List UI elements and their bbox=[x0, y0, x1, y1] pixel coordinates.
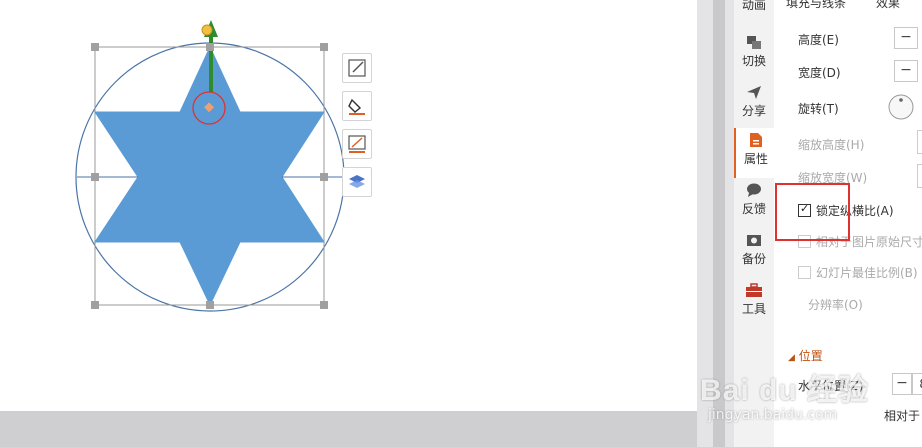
collapse-arrow-icon: ◢ bbox=[788, 353, 795, 363]
rotate-label: 旋转(T) bbox=[798, 102, 839, 116]
task-pane-tabs: 动画 切换 分享 属性 反馈 备份 工具 bbox=[734, 0, 776, 447]
tab-fill-line[interactable]: 填充与线条 bbox=[786, 0, 846, 11]
width-label: 宽度(D) bbox=[798, 66, 841, 80]
backup-icon bbox=[747, 235, 761, 246]
outline-pen-icon bbox=[348, 135, 366, 153]
horizontal-position-label: 水平位置(Z) bbox=[798, 379, 864, 393]
scrollbar-thumb[interactable] bbox=[713, 0, 725, 447]
tab-label: 工具 bbox=[741, 302, 766, 316]
checkbox-unchecked[interactable] bbox=[798, 266, 811, 279]
resolution-label: 分辨率(O) bbox=[808, 298, 863, 312]
tab-label: 反馈 bbox=[741, 202, 766, 216]
height-label: 高度(E) bbox=[798, 33, 839, 47]
horizontal-decrement-button[interactable]: − bbox=[892, 373, 912, 395]
height-decrement-button[interactable]: − bbox=[894, 27, 918, 49]
position-section-title: 位置 bbox=[798, 349, 823, 363]
scale-width-input[interactable] bbox=[917, 164, 922, 188]
highlight-box bbox=[775, 183, 850, 241]
feedback-icon bbox=[747, 183, 761, 197]
edit-shape-icon bbox=[348, 59, 366, 77]
share-icon bbox=[747, 86, 761, 99]
position-section-header[interactable]: ◢ 位置 bbox=[788, 347, 823, 364]
best-ratio-checkbox[interactable]: 幻灯片最佳比例(B) bbox=[798, 264, 918, 281]
properties-icon bbox=[750, 133, 762, 147]
tab-tools[interactable]: 工具 bbox=[734, 278, 774, 328]
tab-share[interactable]: 分享 bbox=[734, 80, 774, 130]
outline-button[interactable] bbox=[342, 129, 372, 159]
tab-feedback[interactable]: 反馈 bbox=[734, 178, 774, 228]
tab-label: 分享 bbox=[741, 104, 766, 118]
tab-properties[interactable]: 属性 bbox=[734, 128, 776, 178]
canvas-footer bbox=[0, 411, 697, 447]
slide-canvas[interactable] bbox=[0, 0, 697, 411]
transition-icon bbox=[747, 36, 761, 49]
paint-bucket-icon bbox=[348, 98, 365, 115]
tab-label: 动画 bbox=[741, 0, 766, 12]
fill-button[interactable] bbox=[342, 91, 372, 121]
scale-height-input[interactable] bbox=[917, 130, 922, 154]
layers-icon bbox=[349, 175, 365, 188]
best-ratio-label: 幻灯片最佳比例(B) bbox=[816, 266, 918, 280]
scale-height-label: 缩放高度(H) bbox=[798, 138, 865, 152]
width-decrement-button[interactable]: − bbox=[894, 60, 918, 82]
rotate-dial[interactable] bbox=[888, 94, 916, 122]
tab-label: 备份 bbox=[741, 252, 766, 266]
toolbox-icon bbox=[746, 283, 762, 297]
tab-label: 属性 bbox=[743, 152, 768, 166]
tab-effects[interactable]: 效果 bbox=[876, 0, 900, 11]
tab-label: 切换 bbox=[741, 54, 766, 68]
horizontal-position-input[interactable]: 8 bbox=[912, 373, 922, 395]
tab-backup[interactable]: 备份 bbox=[734, 228, 774, 278]
relative-to-label: 相对于 bbox=[884, 409, 921, 423]
panel-tabs: 填充与线条 效果 bbox=[774, 0, 922, 11]
arrange-button[interactable] bbox=[342, 167, 372, 197]
shape-style-button[interactable] bbox=[342, 53, 372, 83]
tab-transition[interactable]: 切换 bbox=[734, 30, 774, 80]
